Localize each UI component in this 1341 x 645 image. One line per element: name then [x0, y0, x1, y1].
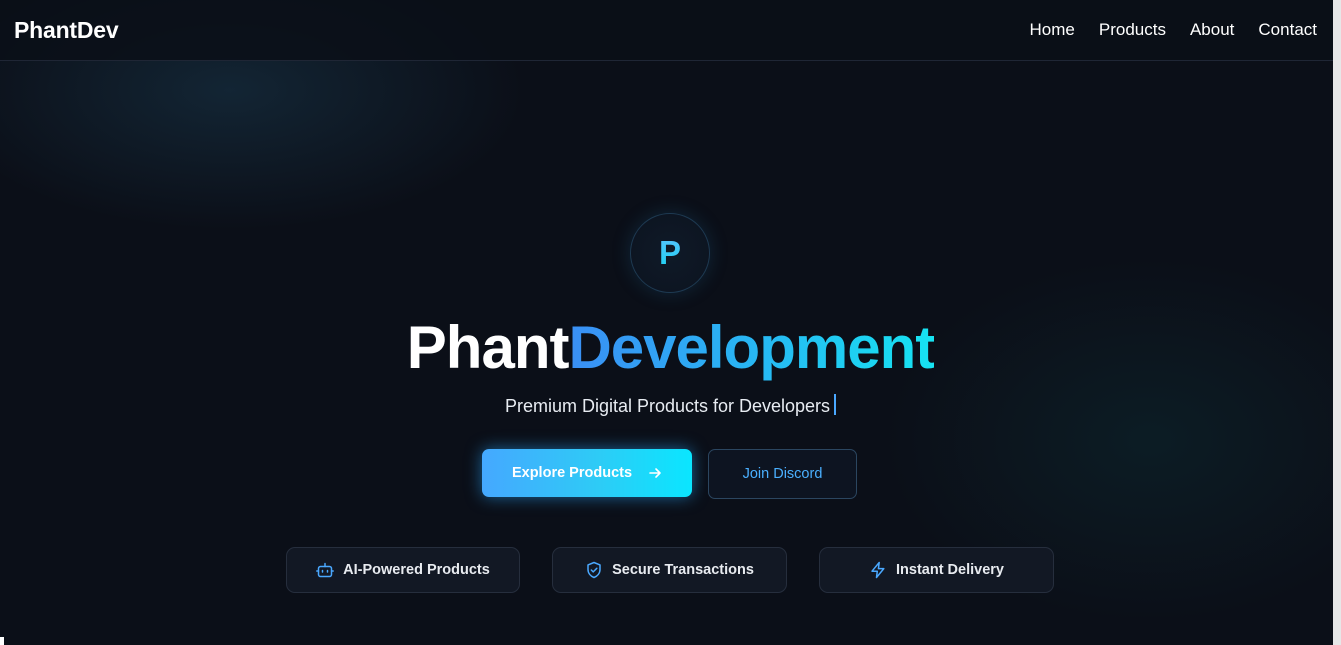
- nav-link-products[interactable]: Products: [1099, 20, 1166, 40]
- brand-logo[interactable]: PhantDev: [14, 17, 119, 44]
- page-edge-marker: [0, 637, 4, 645]
- feature-ai-powered-label: AI-Powered Products: [343, 562, 490, 578]
- feature-ai-powered: AI-Powered Products: [286, 547, 520, 593]
- nav-link-about[interactable]: About: [1190, 20, 1234, 40]
- join-discord-button[interactable]: Join Discord: [708, 449, 857, 499]
- page: PhantDev Home Products About Contact P P…: [0, 0, 1341, 645]
- top-navbar: PhantDev Home Products About Contact: [0, 0, 1333, 61]
- explore-products-label: Explore Products: [511, 465, 633, 481]
- feature-secure-transactions-label: Secure Transactions: [612, 562, 754, 578]
- arrow-right-icon: [649, 468, 661, 478]
- hero-subtitle-text: Premium Digital Products for Developers: [504, 396, 831, 416]
- scrollbar-track[interactable]: [1333, 0, 1341, 645]
- hero-headline: PhantDevelopment: [0, 312, 1341, 384]
- hero-logo-letter: P: [658, 234, 681, 271]
- hero-subtitle: Premium Digital Products for Developers: [0, 394, 1341, 417]
- hero-logo-badge: P: [630, 213, 710, 293]
- typing-caret: [834, 394, 837, 415]
- feature-instant-delivery-label: Instant Delivery: [896, 562, 1004, 578]
- headline-part-development: Development: [568, 314, 935, 381]
- shield-check-icon: [587, 561, 601, 579]
- lightning-icon: [871, 561, 885, 579]
- headline-part-phant: Phant: [406, 314, 570, 381]
- nav-link-contact[interactable]: Contact: [1258, 20, 1317, 40]
- feature-instant-delivery: Instant Delivery: [819, 547, 1054, 593]
- robot-icon: [316, 562, 335, 578]
- nav-links: Home Products About Contact: [1030, 20, 1317, 40]
- nav-link-home[interactable]: Home: [1030, 20, 1075, 40]
- join-discord-label: Join Discord: [742, 466, 823, 482]
- feature-secure-transactions: Secure Transactions: [552, 547, 787, 593]
- explore-products-button[interactable]: Explore Products: [482, 449, 692, 497]
